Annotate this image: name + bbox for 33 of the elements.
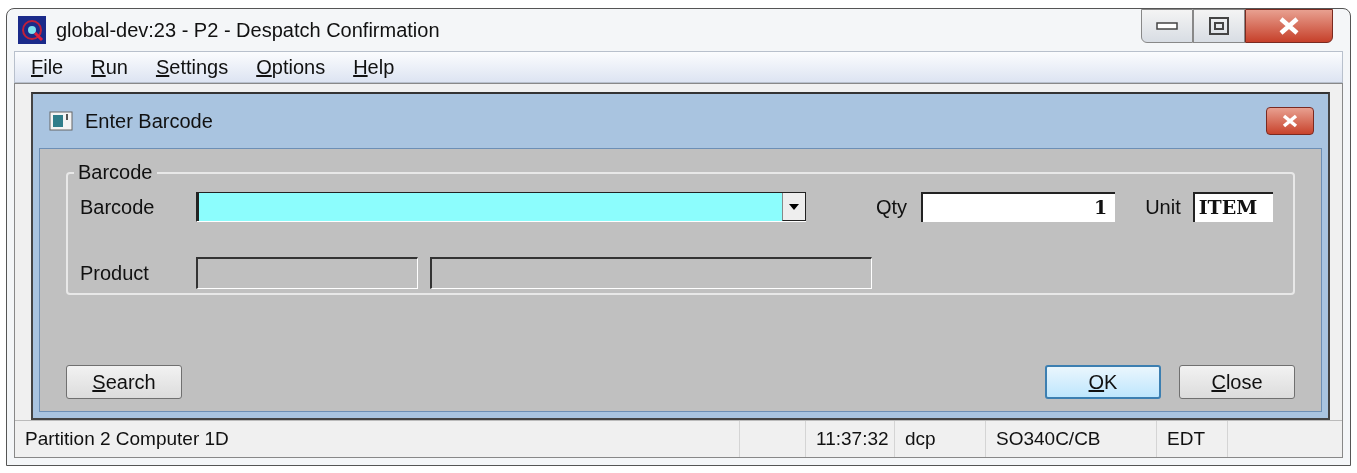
dialog-button[interactable]: OK: [1045, 365, 1161, 399]
dropdown-arrow-icon: [789, 203, 799, 210]
field-label: Unit: [1145, 195, 1181, 219]
dialog-button[interactable]: Close: [1179, 365, 1295, 399]
close-button[interactable]: [1245, 9, 1333, 43]
status-time: 11:37:32: [806, 421, 895, 457]
dialog-icon: [49, 110, 75, 132]
field-label: Barcode: [80, 195, 156, 219]
menu-item[interactable]: Run: [87, 55, 132, 79]
status-user: dcp: [895, 421, 986, 457]
menu-item[interactable]: Help: [349, 55, 399, 79]
dialog-button[interactable]: Search: [66, 365, 182, 399]
app-icon: [18, 16, 46, 45]
restore-icon: [1209, 17, 1229, 35]
menu-item[interactable]: Options: [252, 55, 330, 79]
qty-field[interactable]: 1: [921, 192, 1116, 222]
field-label: Qty: [876, 195, 908, 219]
minimize-button[interactable]: [1141, 9, 1193, 43]
menu-item[interactable]: Settings: [151, 55, 233, 79]
status-mode: EDT: [1157, 421, 1228, 457]
field-label: Product: [80, 261, 150, 285]
maximize-button[interactable]: [1193, 9, 1245, 43]
window-title: global-dev:23 - P2 - Despatch Confirmation: [56, 18, 441, 42]
close-button[interactable]: [1266, 107, 1314, 135]
minimize-icon: [1156, 21, 1178, 31]
status-message: Partition 2 Computer 1D: [15, 421, 740, 457]
close-icon: [1280, 114, 1300, 128]
dialog-title: Enter Barcode: [85, 109, 214, 133]
group-title: Barcode: [77, 161, 154, 184]
unit-field[interactable]: ITEM: [1192, 192, 1273, 222]
status-program: SO340C/CB: [986, 421, 1157, 457]
menu-item[interactable]: File: [27, 55, 68, 79]
barcode-combo[interactable]: [196, 192, 806, 222]
